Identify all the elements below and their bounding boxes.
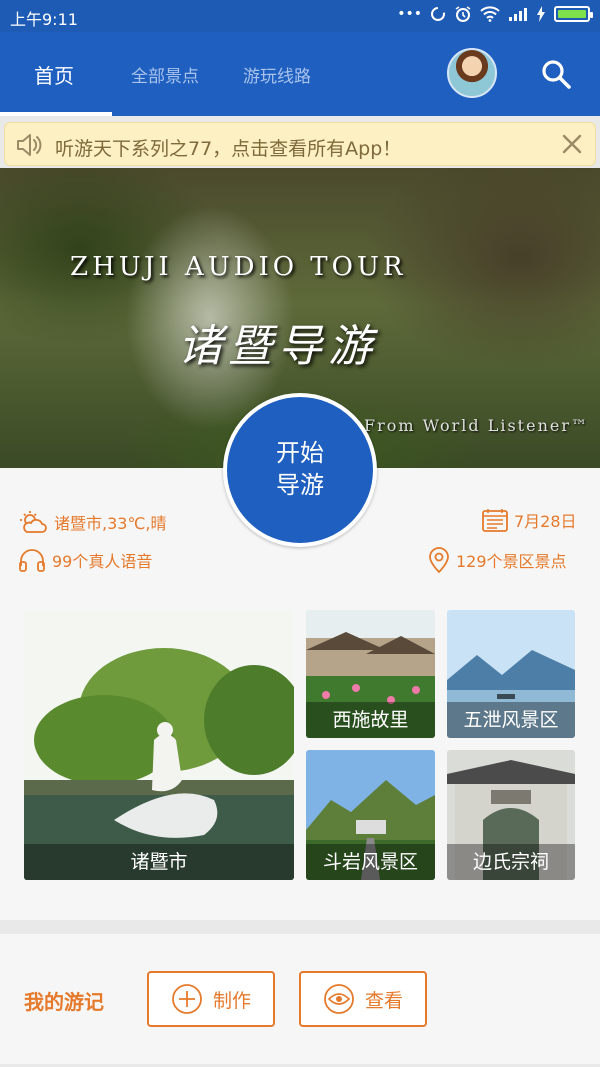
spot-image-zhuji [24,610,294,880]
close-icon[interactable] [561,133,583,155]
spot-label: 诸暨市 [24,844,294,880]
tab-home[interactable]: 首页 [34,60,74,89]
make-diary-button[interactable]: 制作 [147,971,275,1027]
spot-label: 五泄风景区 [447,702,575,738]
search-icon[interactable] [538,56,574,92]
eye-icon [324,984,354,1014]
spot-label: 西施故里 [306,702,435,738]
spot-tile-zhuji[interactable]: 诸暨市 [24,610,294,880]
tab-routes[interactable]: 游玩线路 [243,62,311,87]
spot-tile-douyan[interactable]: 斗岩风景区 [306,750,435,880]
travel-diary-title: 我的游记 [24,990,104,1014]
wifi-icon [480,6,500,22]
hero-title-cn: 诸暨导游 [178,321,378,372]
app-series-notice[interactable]: 听游天下系列之77，点击查看所有App！ [4,122,596,166]
status-bar: 上午9:11 ••• [0,0,600,32]
spot-label: 斗岩风景区 [306,844,435,880]
sync-icon [431,7,445,21]
signal-icon [509,8,527,21]
calendar-icon [482,509,508,532]
travel-diary-section: 我的游记 制作 查看 [0,934,600,1064]
hero-credit: From World Listener™ [364,416,589,435]
voices-info: 99个真人语音 [18,548,152,572]
spots-count-text: 129个景区景点 [456,552,567,571]
start-tour-button[interactable]: 开始 导游 [223,393,377,547]
spot-label: 边氏宗祠 [447,844,575,880]
weather-text: 诸暨市,33℃,晴 [54,514,167,533]
date-info: 7月28日 [482,508,577,532]
tab-indicator [0,112,112,116]
hero-title-en: ZHUJI AUDIO TOUR [70,252,407,282]
spots-count-info: 129个景区景点 [428,546,567,574]
spot-tile-bianshi[interactable]: 边氏宗祠 [447,750,575,880]
view-diary-label: 查看 [364,989,403,1012]
battery-icon [554,6,593,22]
tab-all-spots[interactable]: 全部景点 [131,62,199,87]
speaker-icon [17,134,42,156]
status-icons: ••• [397,5,593,23]
alarm-icon [455,6,471,22]
view-diary-button[interactable]: 查看 [299,971,427,1027]
date-text: 7月28日 [514,512,577,531]
make-diary-label: 制作 [212,989,251,1012]
notice-text: 听游天下系列之77，点击查看所有App！ [55,138,402,160]
app-bar: 首页 全部景点 游玩线路 [0,32,600,116]
weather-icon [20,511,47,533]
start-tour-line2: 导游 [276,471,324,499]
avatar[interactable] [447,48,497,98]
voices-text: 99个真人语音 [52,552,153,571]
more-dots: ••• [397,6,422,22]
weather-info: 诸暨市,33℃,晴 [18,510,167,534]
headphones-icon [19,549,45,572]
location-pin-icon [429,547,449,574]
spot-tile-wuxie[interactable]: 五泄风景区 [447,610,575,738]
spot-tile-xishi[interactable]: 西施故里 [306,610,435,738]
plus-circle-icon [172,984,202,1014]
status-time: 上午9:11 [10,10,78,29]
start-tour-line1: 开始 [276,439,324,467]
charging-icon [537,6,545,22]
